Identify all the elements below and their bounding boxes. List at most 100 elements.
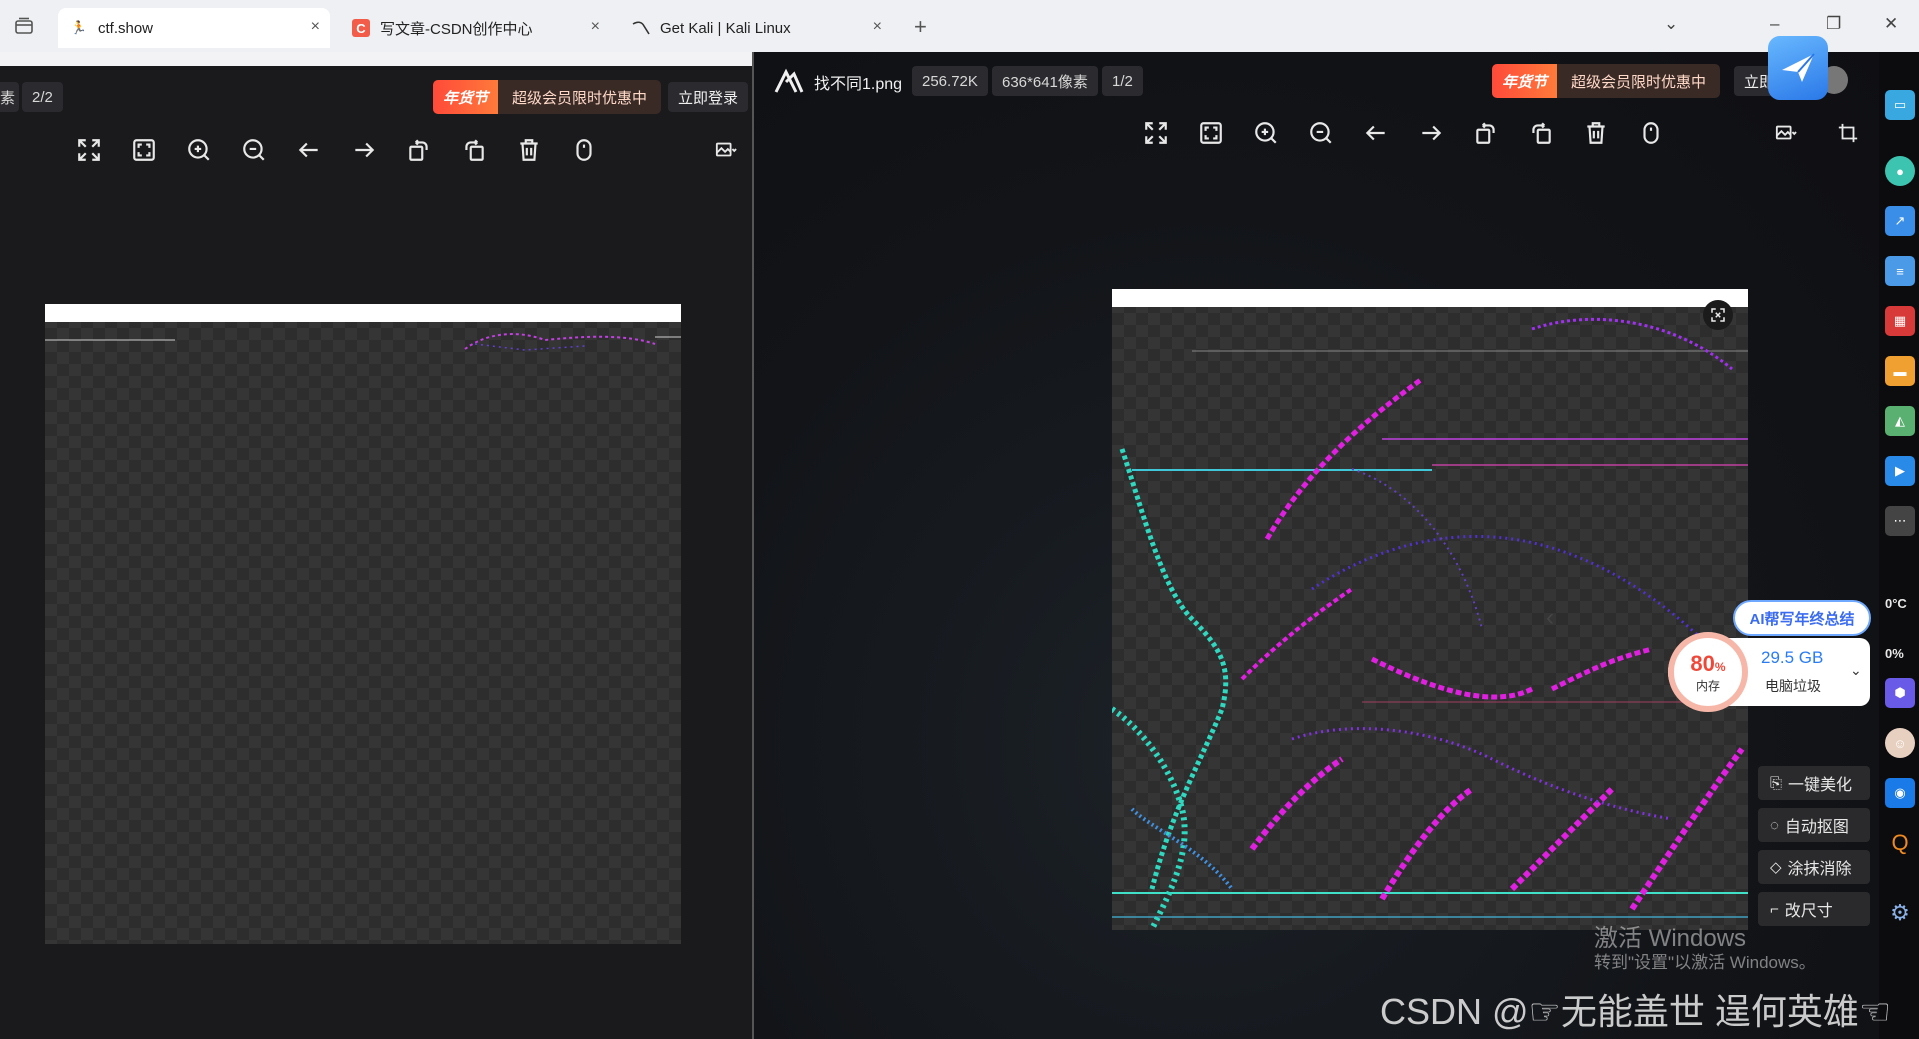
resize-button[interactable]: ⌐ 改尺寸 (1758, 892, 1870, 926)
app-logo-icon (774, 68, 804, 93)
close-window-icon[interactable]: ✕ (1884, 14, 1898, 34)
page-indicator: 2/2 (22, 82, 63, 112)
memory-ring: 80% 内存 (1668, 632, 1748, 712)
promo-text: 超级会员限时优惠中 (512, 89, 648, 107)
image-info-partial: 素 (0, 82, 20, 112)
viewer-header: 素 2/2 年货节 超级会员限时优惠中 立即登录 (0, 80, 752, 120)
computer-icon[interactable]: ▭ (1885, 90, 1915, 120)
image-content (1112, 317, 1748, 930)
hex-app-icon[interactable]: ⬢ (1885, 678, 1915, 708)
archive-icon[interactable]: ▦ (1885, 306, 1915, 336)
zoom-in-icon[interactable] (184, 135, 214, 165)
folder-icon[interactable]: ▬ (1885, 356, 1915, 386)
mouse-icon[interactable] (1636, 118, 1666, 148)
user-icon[interactable]: ● (1885, 156, 1915, 186)
close-tab-icon[interactable]: × (591, 18, 600, 36)
eraser-icon: ◇ (1770, 859, 1782, 876)
tab-csdn[interactable]: C 写文章-CSDN创作中心 × (340, 8, 610, 48)
browser-tab-bar: 🏃 ctf.show × C 写文章-CSDN创作中心 × Get Kali |… (0, 0, 1919, 52)
image-icon[interactable]: ◭ (1885, 406, 1915, 436)
prev-icon[interactable] (1361, 118, 1391, 148)
zoom-out-icon[interactable] (1306, 118, 1336, 148)
cutout-icon: ◌ (1770, 816, 1779, 834)
cpu-usage: 0% (1885, 646, 1904, 661)
file-size: 256.72K (912, 66, 988, 96)
temperature: 0°C (1885, 596, 1907, 611)
ctfshow-icon: 🏃 (70, 20, 88, 35)
bird-assistant-icon[interactable] (1768, 36, 1828, 100)
avatar-app-icon[interactable]: ☺ (1885, 728, 1915, 758)
zoom-out-icon[interactable] (239, 135, 269, 165)
gear-icon[interactable]: ⚙ (1885, 898, 1915, 928)
restore-icon[interactable]: ❐ (1826, 14, 1841, 34)
delete-icon[interactable] (514, 135, 544, 165)
zoom-in-icon[interactable] (1251, 118, 1281, 148)
activate-windows-sub: 转到"设置"以激活 Windows。 (1594, 953, 1816, 972)
image-canvas[interactable] (1112, 289, 1748, 930)
monitor-app-icon[interactable]: ◉ (1885, 778, 1915, 808)
document-icon[interactable]: ≡ (1885, 256, 1915, 286)
desktop-dock: ▭ ● ↗ ≡ ▦ ▬ ◭ ▶ ⋯ 0°C 0% ⬢ ☺ ◉ Q ⚙ (1879, 52, 1919, 1039)
promo-banner[interactable]: 年货节 超级会员限时优惠中 (1492, 64, 1721, 98)
rotate-left-icon[interactable] (1471, 118, 1501, 148)
mouse-icon[interactable] (569, 135, 599, 165)
rotate-right-icon[interactable] (459, 135, 489, 165)
fullscreen-icon[interactable] (74, 135, 104, 165)
tab-ctfshow[interactable]: 🏃 ctf.show × (58, 8, 330, 48)
login-button[interactable]: 立即登录 (668, 82, 749, 112)
file-name: 找不同1.png (814, 76, 903, 93)
image-dimensions: 636*641像素 (992, 66, 1098, 96)
rotate-left-icon[interactable] (404, 135, 434, 165)
resize-icon: ⌐ (1770, 900, 1779, 918)
more-icon[interactable]: ⋯ (1885, 506, 1915, 536)
page-indicator: 1/2 (1102, 66, 1143, 96)
auto-cutout-button[interactable]: ◌ 自动抠图 (1758, 808, 1870, 842)
tab-kali[interactable]: Get Kali | Kali Linux × (620, 8, 892, 48)
image-content (45, 333, 681, 351)
window-edge (0, 52, 752, 66)
csdn-icon: C (352, 19, 370, 37)
csdn-watermark: CSDN @☞无能盖世 逞何英雄☜ (1380, 991, 1892, 1032)
promo-tag: 年货节 (1492, 64, 1558, 98)
prev-image-arrow[interactable]: ‹ (1546, 604, 1554, 632)
tab-label: Get Kali | Kali Linux (660, 19, 791, 37)
tab-dropdown-icon[interactable]: ⌄ (1664, 14, 1678, 34)
promo-banner[interactable]: 年货节 超级会员限时优惠中 (433, 80, 662, 114)
junk-size: 29.5 GB (1761, 648, 1824, 667)
left-image-viewer: 素 2/2 年货节 超级会员限时优惠中 立即登录 (0, 52, 752, 1039)
memory-percent: 80% (1690, 650, 1726, 676)
search-icon[interactable]: Q (1885, 828, 1915, 858)
image-options-icon[interactable] (1768, 118, 1804, 148)
fullscreen-icon[interactable] (1141, 118, 1171, 148)
close-tab-icon[interactable]: × (873, 18, 882, 36)
image-canvas[interactable] (45, 304, 681, 944)
junk-label: 电脑垃圾 (1765, 678, 1821, 694)
right-image-viewer: 找不同1.png 256.72K 636*641像素 1/2 年货节 超级会员限… (752, 52, 1879, 1039)
promo-tag: 年货节 (433, 80, 499, 114)
chevron-down-icon[interactable]: ⌄ (1850, 662, 1862, 679)
close-tab-icon[interactable]: × (311, 18, 320, 36)
tab-label: 写文章-CSDN创作中心 (380, 20, 533, 38)
image-options-icon[interactable] (708, 135, 744, 165)
video-icon[interactable]: ▶ (1885, 456, 1915, 486)
beautify-button[interactable]: ⎘ 一键美化 (1758, 766, 1870, 800)
next-icon[interactable] (1416, 118, 1446, 148)
shortcut-icon[interactable]: ↗ (1885, 206, 1915, 236)
tab-list-icon[interactable] (10, 14, 38, 38)
ai-year-summary-button[interactable]: AI帮写年终总结 (1733, 600, 1871, 636)
fit-icon[interactable] (1196, 118, 1226, 148)
delete-icon[interactable] (1581, 118, 1611, 148)
next-icon[interactable] (349, 135, 379, 165)
prev-icon[interactable] (294, 135, 324, 165)
kali-icon (632, 19, 650, 37)
eraser-button[interactable]: ◇ 涂抹消除 (1758, 850, 1870, 884)
fit-icon[interactable] (129, 135, 159, 165)
beautify-icon: ⎘ (1770, 774, 1783, 792)
crop-icon[interactable] (1830, 118, 1866, 148)
rotate-right-icon[interactable] (1526, 118, 1556, 148)
minimize-icon[interactable]: – (1770, 14, 1779, 34)
tab-label: ctf.show (98, 19, 154, 37)
new-tab-button[interactable]: + (914, 14, 927, 40)
fit-screen-icon[interactable] (1703, 300, 1733, 330)
memory-widget[interactable]: 80% 内存 29.5 GB 电脑垃圾 ⌄ (1668, 632, 1870, 712)
